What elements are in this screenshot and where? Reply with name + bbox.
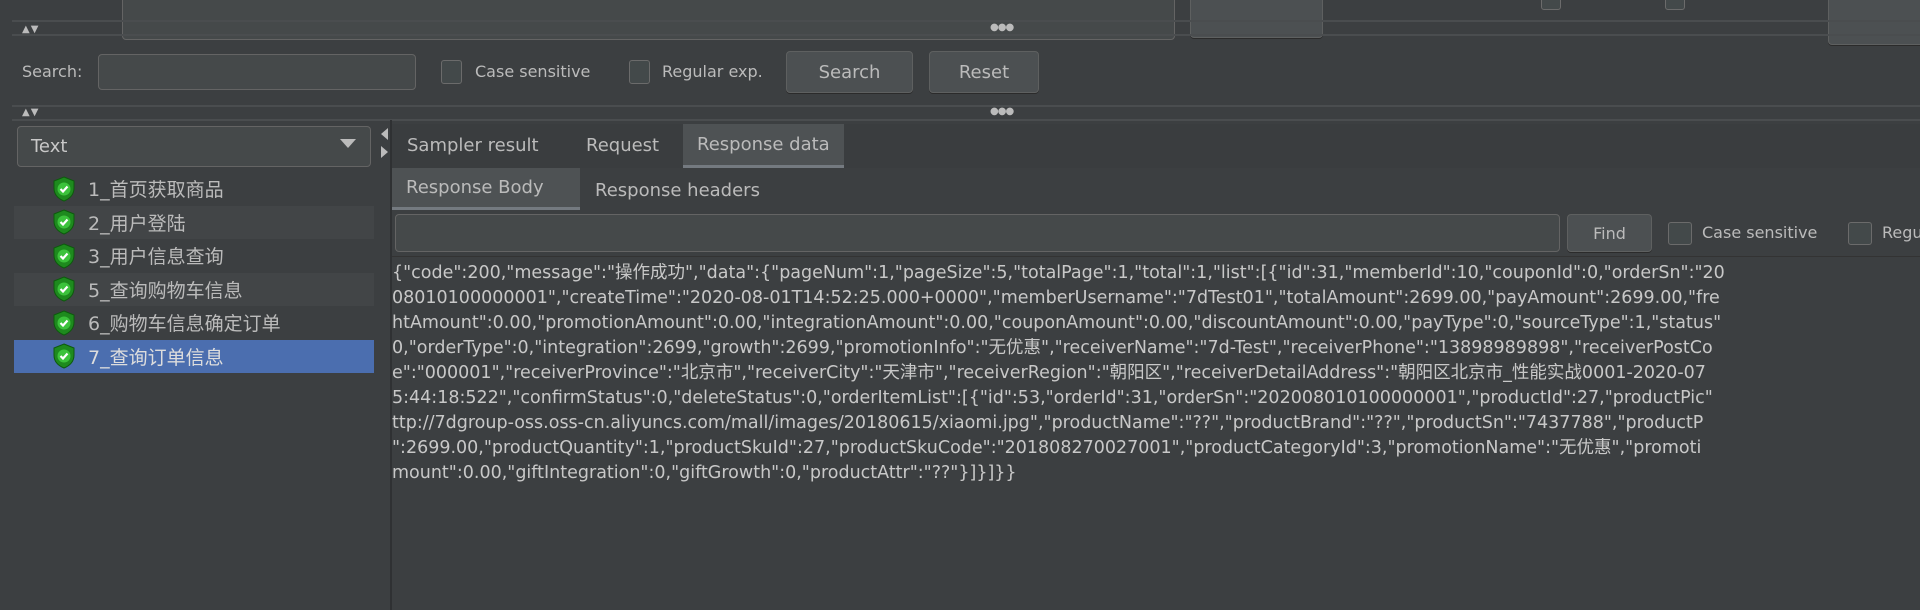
find-input[interactable] [395,214,1560,252]
collapse-left-icon[interactable] [381,128,388,140]
sample-label: 3_用户信息查询 [88,246,224,268]
regex-checkbox[interactable] [629,60,650,84]
sample-label: 5_查询购物车信息 [88,279,243,302]
find-case-sensitive-checkbox[interactable] [1668,222,1692,245]
response-line: mount":0.00,"giftIntegration":0,"giftGro… [392,463,1017,483]
sample-item[interactable]: 1_首页获取商品 [14,172,374,205]
response-line: htAmount":0.00,"promotionAmount":0.00,"i… [392,313,1722,333]
response-line: 5:44:18:522","confirmStatus":0,"deleteSt… [392,388,1713,408]
sample-item[interactable]: 3_用户信息查询 [14,239,374,272]
find-regex-label: Regu [1882,223,1920,242]
case-sensitive-checkbox[interactable] [441,60,462,84]
renderer-select-value: Text [31,136,68,157]
response-body-text[interactable]: {"code":200,"message":"操作成功","data":{"pa… [392,256,1920,610]
chevron-down-icon [340,139,356,148]
response-line: 0,"orderType":0,"integration":2699,"grow… [392,338,1713,358]
tab-response-data[interactable]: Response data [683,124,844,168]
sample-label: 1_首页获取商品 [88,179,224,201]
sample-item[interactable]: 6_购物车信息确定订单 [14,306,374,339]
search-button[interactable]: Search [786,51,913,93]
success-shield-icon [53,242,75,269]
splitter-grip-icon[interactable]: ●●● [990,22,1014,33]
sample-label: 7_查询订单信息 [88,346,224,369]
success-shield-icon [53,209,75,235]
find-case-sensitive-label: Case sensitive [1702,223,1818,242]
response-line: ":2699.00,"productQuantity":1,"productSk… [392,438,1702,458]
collapse-arrows-icon[interactable]: ▲▼ [22,24,39,35]
response-line: ttp://7dgroup-oss.oss-cn.aliyuncs.com/ma… [392,413,1704,433]
subtab-response-body[interactable]: Response Body [392,168,580,210]
collapse-arrows-icon[interactable]: ▲▼ [22,107,39,118]
top-checkbox-2[interactable] [1665,0,1685,10]
success-shield-icon [53,343,75,369]
success-shield-icon [53,276,75,302]
splitter-top[interactable] [12,20,1920,36]
expand-right-icon[interactable] [381,146,388,158]
success-shield-icon [53,309,75,336]
reset-button[interactable]: Reset [929,51,1039,93]
search-label: Search: [22,62,83,81]
tab-request[interactable]: Request [572,127,673,163]
tab-sampler-result[interactable]: Sampler result [393,127,553,163]
search-input[interactable] [98,54,416,90]
find-regex-checkbox[interactable] [1848,222,1872,245]
response-line: {"code":200,"message":"操作成功","data":{"pa… [392,263,1725,283]
sample-label: 2_用户登陆 [88,212,186,235]
top-checkbox-1[interactable] [1541,0,1561,10]
regex-label: Regular exp. [662,62,763,81]
splitter-grip-icon[interactable]: ●●● [990,106,1014,117]
splitter-middle[interactable] [12,105,1920,121]
subtab-response-headers[interactable]: Response headers [581,170,774,210]
sample-label: 6_购物车信息确定订单 [88,313,281,335]
sample-item[interactable]: 7_查询订单信息 [14,339,374,373]
vertical-splitter[interactable] [376,120,392,610]
renderer-select[interactable]: Text [17,126,371,167]
sample-item[interactable]: 5_查询购物车信息 [14,272,374,306]
find-button[interactable]: Find [1567,214,1652,252]
sample-item[interactable]: 2_用户登陆 [14,205,374,239]
response-line: 08010100000001","createTime":"2020-08-01… [392,288,1720,308]
success-shield-icon [53,175,75,202]
response-line: e":"000001","receiverProvince":"北京市","re… [392,363,1706,383]
case-sensitive-label: Case sensitive [475,62,591,81]
